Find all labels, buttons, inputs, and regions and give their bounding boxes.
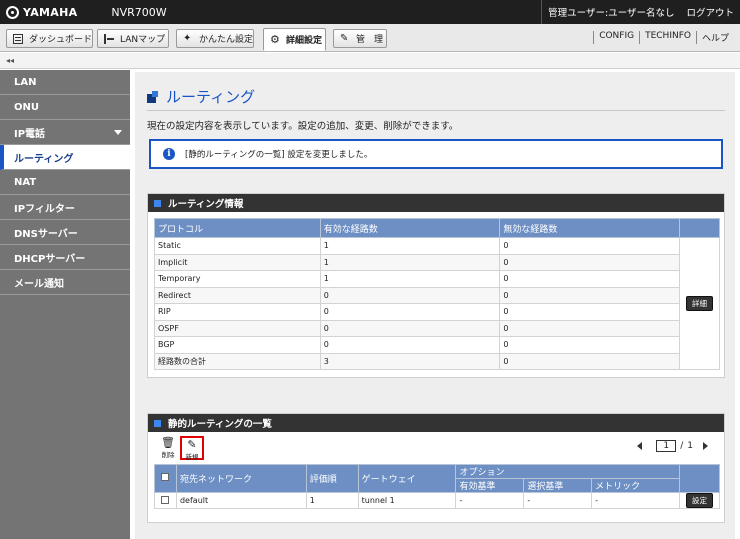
col-valid-criteria: 有効基準 bbox=[455, 478, 525, 493]
user-label: 管理ユーザー:ユーザー名なし bbox=[548, 8, 675, 19]
col-valid-routes: 有効な経路数 bbox=[319, 218, 501, 238]
collapse-bar bbox=[0, 53, 740, 69]
next-page-icon[interactable] bbox=[703, 442, 708, 450]
logout-link[interactable]: ログアウト bbox=[680, 5, 740, 19]
pager: 1 / 1 bbox=[637, 440, 708, 452]
routing-info-panel: ルーティング情報 プロトコル 有効な経路数 無効な経路数 Static 1 0 … bbox=[147, 193, 725, 378]
table-row: Static 1 0 詳細 bbox=[154, 237, 720, 370]
static-routing-panel: 静的ルーティングの一覧 🗑 削除 ✎ 新規 1 / 1 宛先ネットワーク 評価順… bbox=[147, 413, 725, 523]
sidebar-item-lan[interactable]: LAN bbox=[0, 70, 130, 95]
prev-page-icon[interactable] bbox=[637, 442, 643, 450]
setting-button[interactable]: 設定 bbox=[685, 493, 713, 508]
col-weight: 評価順 bbox=[305, 464, 359, 493]
notice-box: i [静的ルーティングの一覧] 設定を変更しました。 bbox=[149, 139, 723, 169]
sidebar-item-ip-filter[interactable]: IPフィルター bbox=[0, 195, 130, 220]
sidebar-item-routing[interactable]: ルーティング bbox=[0, 145, 130, 170]
table-row: RIP 0 0 bbox=[154, 303, 720, 321]
main-content: ルーティング 現在の設定内容を表示しています。設定の追加、変更、削除ができます。… bbox=[135, 72, 735, 539]
detail-button[interactable]: 詳細 bbox=[686, 296, 713, 311]
sidebar-item-dhcp-server[interactable]: DHCPサーバー bbox=[0, 245, 130, 270]
sidebar-item-ip-phone[interactable]: IP電話 bbox=[0, 120, 130, 145]
yamaha-logo: YAMAHA bbox=[6, 5, 78, 19]
table-row: default 1 tunnel 1 - - - 設定 bbox=[154, 492, 721, 509]
col-network: 宛先ネットワーク bbox=[175, 464, 307, 493]
routing-info-heading: ルーティング情報 bbox=[148, 194, 724, 212]
table-row: BGP 0 0 bbox=[154, 336, 720, 354]
page-title: ルーティング bbox=[166, 88, 256, 106]
section-square-icon bbox=[154, 199, 161, 207]
top-bar: YAMAHA NVR700W 管理ユーザー:ユーザー名なし ログアウト bbox=[0, 0, 740, 24]
config-link[interactable]: CONFIG bbox=[593, 31, 639, 44]
tab-lan-map[interactable]: LANマップ bbox=[97, 29, 169, 48]
page-description: 現在の設定内容を表示しています。設定の追加、変更、削除ができます。 bbox=[147, 121, 459, 132]
table-row: Temporary 1 0 bbox=[154, 270, 720, 288]
table-row: OSPF 0 0 bbox=[154, 319, 720, 337]
col-metric: メトリック bbox=[591, 478, 680, 493]
dashboard-icon bbox=[13, 33, 23, 44]
col-gateway: ゲートウェイ bbox=[357, 464, 457, 493]
table-row: 経路数の合計 3 0 bbox=[154, 352, 720, 370]
sidebar-item-onu[interactable]: ONU bbox=[0, 95, 130, 120]
gear-icon: ⚙ bbox=[270, 32, 280, 46]
model-name: NVR700W bbox=[111, 5, 167, 19]
techinfo-link[interactable]: TECHINFO bbox=[639, 31, 696, 44]
page-number-input[interactable]: 1 bbox=[656, 440, 677, 452]
sidebar-item-dns-server[interactable]: DNSサーバー bbox=[0, 220, 130, 245]
notice-text: [静的ルーティングの一覧] 設定を変更しました。 bbox=[185, 150, 373, 160]
trash-icon: 🗑 bbox=[161, 436, 175, 449]
select-all-checkbox[interactable] bbox=[161, 473, 170, 481]
tab-easy-setup[interactable]: ✦ かんたん設定 bbox=[176, 29, 254, 48]
table-row: Redirect 0 0 bbox=[154, 286, 720, 304]
wrench-icon: ✎ bbox=[340, 32, 349, 44]
collapse-sidebar-icon[interactable]: ◂◂ bbox=[6, 56, 14, 65]
total-pages: 1 bbox=[687, 441, 693, 451]
tab-management[interactable]: ✎ 管 理 bbox=[333, 29, 387, 48]
routing-info-table: プロトコル 有効な経路数 無効な経路数 Static 1 0 詳細 Implic… bbox=[154, 218, 720, 370]
tab-advanced-settings[interactable]: ⚙ 詳細設定 bbox=[263, 28, 326, 51]
static-routing-heading: 静的ルーティングの一覧 bbox=[148, 414, 724, 432]
table-row: Implicit 1 0 bbox=[154, 253, 720, 271]
col-option: オプション bbox=[455, 464, 680, 479]
col-detail bbox=[679, 218, 720, 238]
lan-map-icon bbox=[104, 33, 114, 44]
tab-bar: ダッシュボード LANマップ ✦ かんたん設定 ⚙ 詳細設定 ✎ 管 理 CON… bbox=[0, 24, 740, 52]
sidebar-item-mail-notify[interactable]: メール通知 bbox=[0, 270, 130, 295]
wizard-icon: ✦ bbox=[183, 32, 192, 44]
sidebar: LAN ONU IP電話 ルーティング NAT IPフィルター DNSサーバー … bbox=[0, 70, 130, 539]
new-button[interactable]: ✎ 新規 bbox=[180, 436, 204, 461]
col-invalid-routes: 無効な経路数 bbox=[499, 218, 681, 238]
tab-dashboard[interactable]: ダッシュボード bbox=[6, 29, 93, 48]
edit-new-icon: ✎ bbox=[187, 438, 197, 451]
help-link[interactable]: ヘルプ bbox=[695, 31, 734, 44]
row-checkbox[interactable] bbox=[161, 495, 170, 504]
logo-text: YAMAHA bbox=[23, 5, 78, 19]
info-icon: i bbox=[163, 148, 175, 160]
tuning-fork-icon bbox=[6, 5, 19, 19]
col-protocol: プロトコル bbox=[154, 218, 321, 238]
title-divider bbox=[147, 110, 725, 111]
col-select-criteria: 選択基準 bbox=[523, 478, 593, 493]
section-square-icon bbox=[154, 419, 161, 427]
delete-button[interactable]: 🗑 削除 bbox=[156, 436, 180, 460]
static-routing-table: 宛先ネットワーク 評価順 ゲートウェイ オプション 有効基準 選択基準 メトリッ… bbox=[154, 464, 721, 509]
sidebar-item-nat[interactable]: NAT bbox=[0, 170, 130, 195]
page-title-icon bbox=[147, 90, 159, 103]
chevron-down-icon bbox=[114, 130, 122, 135]
